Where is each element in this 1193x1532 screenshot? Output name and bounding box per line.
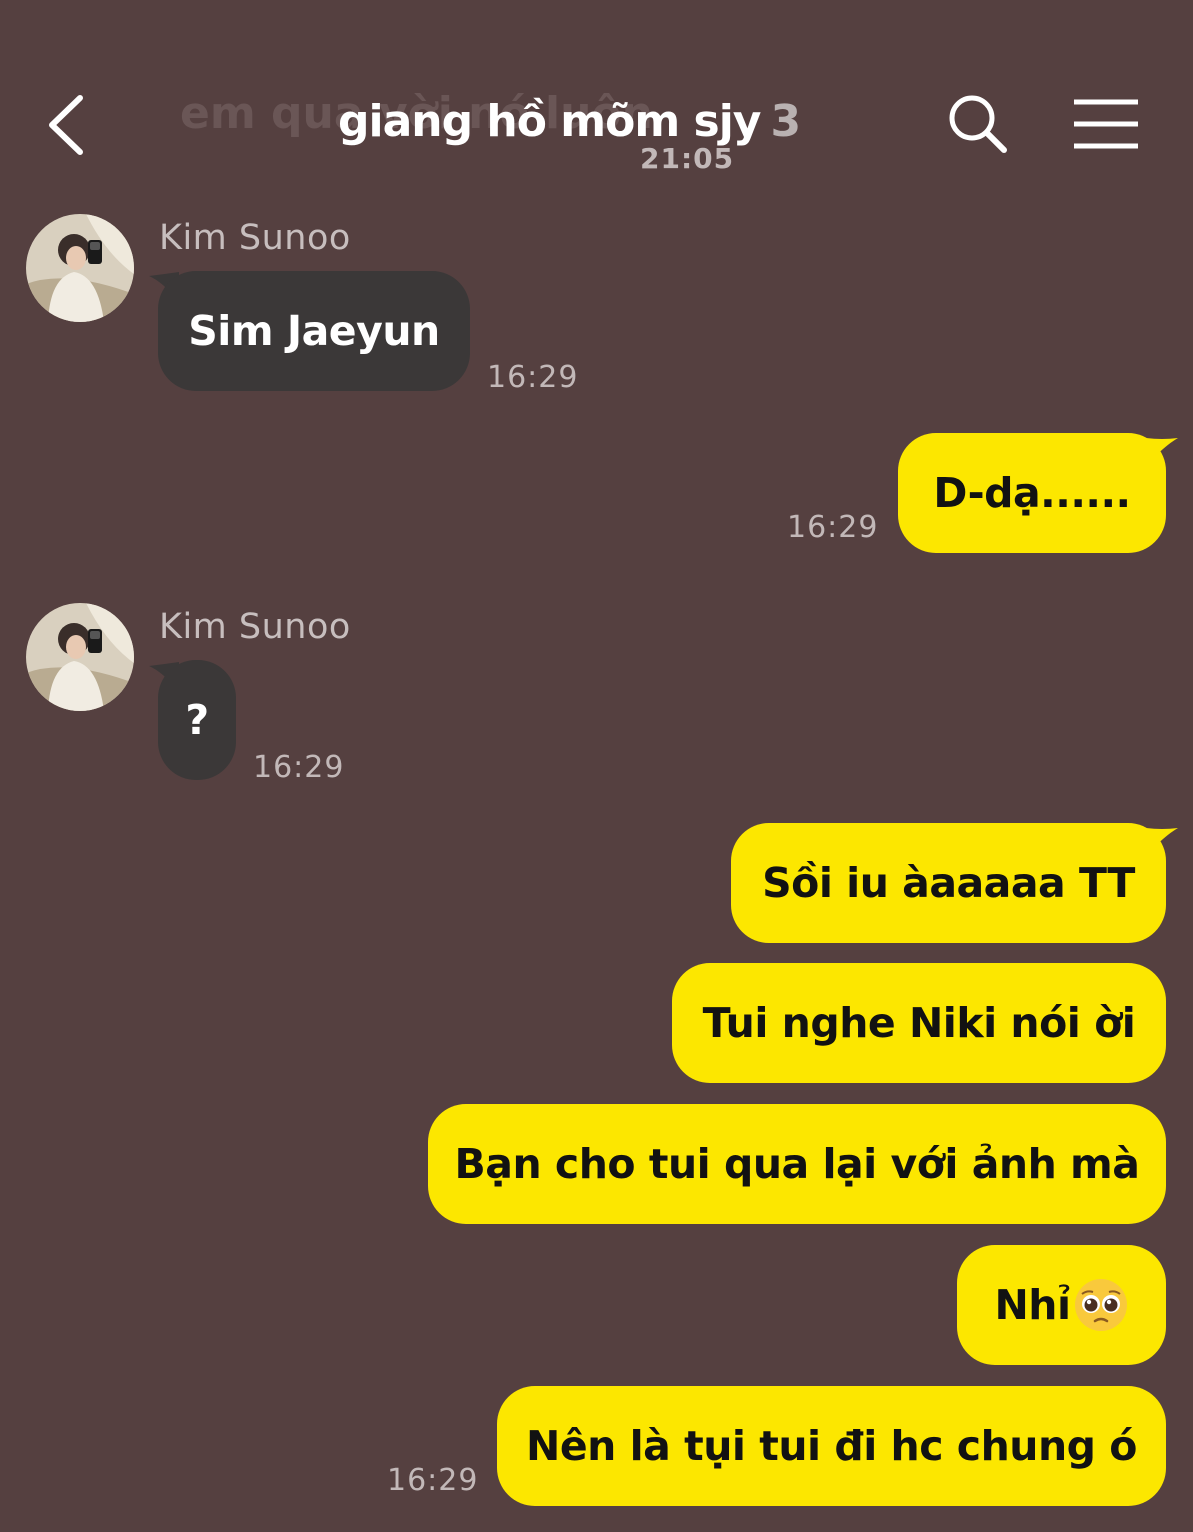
message-bubble[interactable]: Bạn cho tui qua lại với ảnh mà bbox=[428, 1104, 1166, 1224]
message-time: 16:29 bbox=[253, 750, 345, 785]
pleading-face-icon bbox=[1074, 1279, 1127, 1331]
chat-name: giang hồ mõm sjy bbox=[338, 96, 761, 147]
chat-title: giang hồ mõm sjy 3 bbox=[338, 96, 801, 147]
search-icon[interactable] bbox=[944, 90, 1010, 156]
avatar[interactable] bbox=[26, 214, 134, 322]
hamburger-menu-icon[interactable] bbox=[1070, 94, 1142, 154]
avatar[interactable] bbox=[26, 603, 134, 711]
message-time: 16:29 bbox=[487, 360, 579, 395]
message-bubble[interactable]: Sồi iu àaaaaa TT bbox=[731, 823, 1166, 943]
message-bubble[interactable]: ? bbox=[158, 660, 236, 780]
message-bubble[interactable]: Nhỉ bbox=[957, 1245, 1166, 1365]
message-bubble[interactable]: Sim Jaeyun bbox=[158, 271, 470, 391]
message-time: 16:29 bbox=[387, 1463, 479, 1498]
message-bubble[interactable]: Nên là tụi tui đi hc chung ó bbox=[497, 1386, 1166, 1506]
message-bubble[interactable]: D-dạ...... bbox=[898, 433, 1166, 553]
sender-name: Kim Sunoo bbox=[159, 218, 351, 258]
message-time: 16:29 bbox=[787, 510, 879, 545]
sender-name: Kim Sunoo bbox=[159, 607, 351, 647]
back-icon[interactable] bbox=[40, 90, 100, 160]
message-bubble[interactable]: Tui nghe Niki nói ời bbox=[672, 963, 1166, 1083]
member-count: 3 bbox=[770, 96, 801, 147]
message-text: Nhỉ bbox=[994, 1281, 1071, 1329]
